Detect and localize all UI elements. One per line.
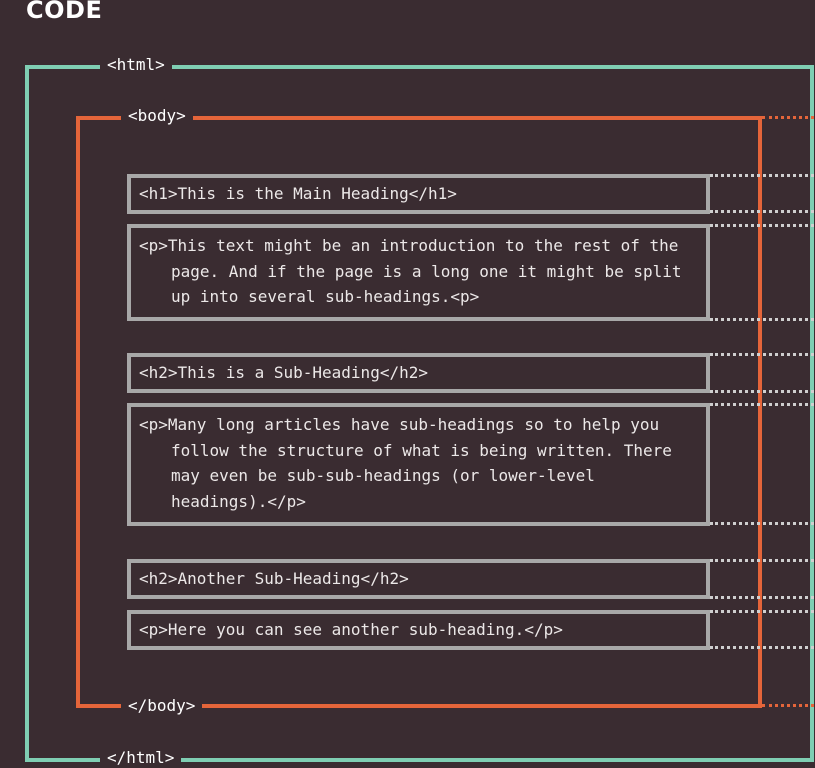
h1-bottom-connector [710,210,814,213]
h2-second-top-connector [710,559,814,562]
p-long-element-box: <p>Many long articles have sub-headings … [127,403,710,526]
html-close-tag: </html> [100,748,182,768]
body-open-tag: <body> [121,106,193,126]
h2-first-bottom-connector [710,390,814,393]
h2-second-element-box: <h2>Another Sub-Heading</h2> [127,559,710,599]
body-top-connector [762,116,814,119]
html-open-tag: <html> [100,55,172,75]
h2-first-code: <h2>This is a Sub-Heading</h2> [139,363,428,382]
p-last-bottom-connector [710,646,814,649]
h2-second-code: <h2>Another Sub-Heading</h2> [139,569,409,588]
p-last-top-connector [710,610,814,613]
p-last-code: <p>Here you can see another sub-heading.… [139,620,563,639]
h1-code: <h1>This is the Main Heading</h1> [139,184,457,203]
p-intro-top-connector [710,224,814,227]
p-long-bottom-connector [710,522,814,525]
section-title: CODE [26,0,103,24]
h2-first-element-box: <h2>This is a Sub-Heading</h2> [127,353,710,393]
body-bottom-connector [762,704,814,707]
p-long-top-connector [710,403,814,406]
p-intro-bottom-connector [710,318,814,321]
p-last-element-box: <p>Here you can see another sub-heading.… [127,610,710,650]
p-intro-code: <p>This text might be an introduction to… [139,236,682,306]
p-long-code: <p>Many long articles have sub-headings … [139,415,672,511]
h1-top-connector [710,174,814,177]
h2-second-bottom-connector [710,596,814,599]
h2-first-top-connector [710,353,814,356]
p-intro-element-box: <p>This text might be an introduction to… [127,224,710,321]
body-close-tag: </body> [121,696,203,716]
h1-element-box: <h1>This is the Main Heading</h1> [127,174,710,214]
